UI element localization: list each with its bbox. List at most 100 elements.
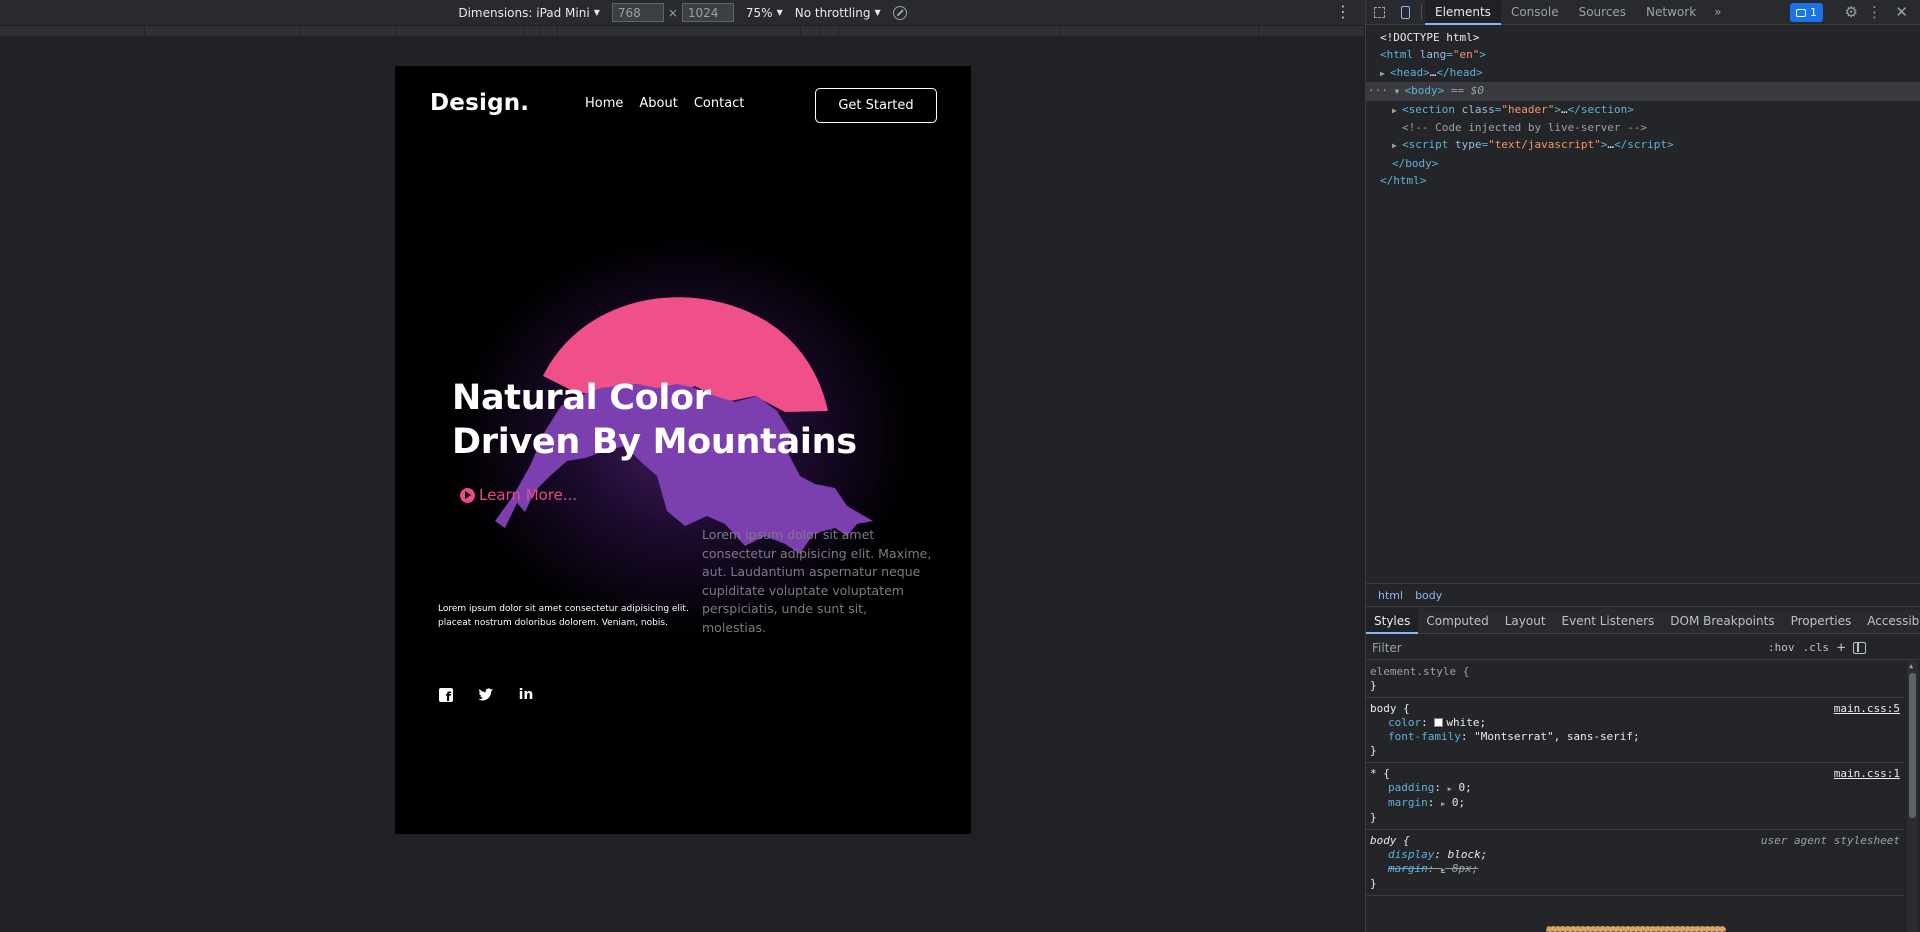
expand-triangle-icon[interactable]: ▶: [1448, 785, 1452, 793]
learn-more-link[interactable]: Learn More...: [460, 486, 577, 504]
dom-node-doctype[interactable]: <!DOCTYPE html>: [1366, 29, 1920, 46]
get-started-button[interactable]: Get Started: [815, 88, 937, 123]
tab-network[interactable]: Network: [1636, 0, 1706, 25]
media-query-segment[interactable]: [1061, 26, 1259, 36]
tab-event-listeners[interactable]: Event Listeners: [1554, 609, 1663, 634]
tab-accessibility[interactable]: Accessibility: [1859, 609, 1920, 634]
issues-badge[interactable]: 1: [1790, 3, 1823, 22]
media-query-segment[interactable]: [801, 26, 821, 36]
devtools-more-icon[interactable]: ⋮: [1867, 3, 1882, 21]
device-toggle-button[interactable]: [1392, 0, 1418, 25]
height-input[interactable]: [681, 3, 734, 22]
media-query-segment[interactable]: [524, 26, 540, 36]
device-select[interactable]: Dimensions: iPad Mini ▼: [458, 6, 600, 20]
nav-home[interactable]: Home: [585, 96, 623, 111]
nav-about[interactable]: About: [639, 96, 677, 111]
media-query-segment[interactable]: [1259, 26, 1365, 36]
tab-computed[interactable]: Computed: [1418, 609, 1496, 634]
scroll-up-icon[interactable]: ▲: [1909, 662, 1913, 670]
breadcrumb-html[interactable]: html: [1372, 589, 1409, 602]
facebook-icon[interactable]: f: [438, 687, 454, 703]
rule-selector[interactable]: body {: [1370, 702, 1410, 715]
rotate-icon: [892, 5, 907, 20]
dom-node-body-close[interactable]: </body>: [1366, 155, 1920, 172]
media-query-segment[interactable]: [558, 26, 801, 36]
dom-node-head[interactable]: ▶ <head>…</head>: [1366, 64, 1920, 82]
expand-triangle-icon[interactable]: ▶: [1380, 65, 1390, 82]
zoom-select[interactable]: 75% ▼: [746, 6, 783, 20]
dom-tree: <!DOCTYPE html> <html lang="en"> ▶ <head>…: [1366, 27, 1920, 583]
dom-node-section[interactable]: ▶ <section class="header">…</section>: [1366, 101, 1920, 119]
times-sign: ×: [667, 5, 678, 20]
style-declaration[interactable]: color: white;: [1370, 716, 1900, 730]
throttling-select[interactable]: No throttling ▼: [795, 6, 881, 20]
breadcrumb-body[interactable]: body: [1409, 589, 1448, 602]
media-query-segment[interactable]: [0, 26, 145, 36]
dom-node-body-selected[interactable]: ··· ▼ <body> == $0: [1366, 82, 1920, 101]
collapse-triangle-icon[interactable]: ▼: [1395, 83, 1405, 100]
nav-contact[interactable]: Contact: [694, 96, 745, 111]
media-query-segment[interactable]: [839, 26, 1061, 36]
rule-close: }: [1370, 877, 1377, 890]
close-icon[interactable]: ✕: [1895, 3, 1908, 21]
rule-source-link[interactable]: main.css:1: [1834, 767, 1900, 781]
more-tabs-icon[interactable]: »: [1706, 5, 1729, 19]
width-input[interactable]: [611, 3, 664, 22]
tab-dom-breakpoints[interactable]: DOM Breakpoints: [1662, 609, 1782, 634]
property-value: "Montserrat", sans-serif;: [1474, 730, 1640, 743]
rule-selector[interactable]: body {: [1370, 834, 1410, 847]
tab-elements[interactable]: Elements: [1425, 0, 1501, 25]
tab-layout[interactable]: Layout: [1497, 609, 1554, 634]
comment-text: <!-- Code injected by live-server -->: [1402, 121, 1648, 135]
expand-triangle-icon[interactable]: ▶: [1441, 800, 1445, 808]
style-declaration[interactable]: font-family: "Montserrat", sans-serif;: [1370, 730, 1900, 744]
expand-triangle-icon[interactable]: ▶: [1392, 137, 1402, 154]
tab-properties[interactable]: Properties: [1783, 609, 1860, 634]
hov-toggle[interactable]: :hov: [1764, 641, 1799, 654]
styles-scrollbar[interactable]: ▲: [1907, 661, 1918, 932]
media-query-segment[interactable]: [145, 26, 300, 36]
rule-selector[interactable]: element.style {: [1370, 665, 1469, 678]
dom-node-comment[interactable]: <!-- Code injected by live-server -->: [1366, 119, 1920, 136]
media-query-segment[interactable]: [397, 26, 524, 36]
dom-node-script[interactable]: ▶ <script type="text/javascript">…</scrip…: [1366, 136, 1920, 154]
scroll-thumb[interactable]: [1909, 673, 1916, 818]
tab-sources[interactable]: Sources: [1569, 0, 1636, 25]
device-toolbar-more-icon[interactable]: ⋮: [1335, 3, 1351, 21]
dom-node-html[interactable]: <html lang="en">: [1366, 46, 1920, 63]
style-declaration-overridden[interactable]: margin: ▶ 8px;: [1370, 862, 1900, 877]
computed-sidebar-toggle-icon[interactable]: [1853, 641, 1867, 654]
site-logo[interactable]: Design.: [430, 90, 529, 116]
rotate-button[interactable]: [892, 5, 907, 20]
twitter-icon[interactable]: [478, 687, 494, 703]
emulated-viewport: Design. Home About Contact Get Started N…: [395, 66, 971, 834]
media-query-segment[interactable]: [540, 26, 558, 36]
rule-selector[interactable]: * {: [1370, 767, 1390, 780]
expand-triangle-icon: ▶: [1441, 866, 1446, 874]
dom-node-html-close[interactable]: </html>: [1366, 172, 1920, 189]
inspect-element-button[interactable]: [1366, 0, 1392, 25]
linkedin-icon[interactable]: in: [518, 687, 534, 703]
style-declaration[interactable]: padding: ▶ 0;: [1370, 781, 1900, 796]
media-query-segment[interactable]: [300, 26, 397, 36]
color-swatch[interactable]: [1434, 718, 1444, 727]
tag-name: section: [1580, 102, 1628, 116]
rule-source-label: user agent stylesheet: [1760, 834, 1900, 847]
devtools-tabbar: Elements Console Sources Network » 1 ⚙ ⋮…: [1366, 0, 1920, 25]
tab-console[interactable]: Console: [1501, 0, 1569, 25]
inspect-icon: [1373, 6, 1385, 18]
media-query-segment[interactable]: [821, 26, 839, 36]
expand-triangle-icon[interactable]: ▶: [1392, 102, 1402, 119]
style-declaration[interactable]: margin: ▶ 0;: [1370, 796, 1900, 811]
tab-styles[interactable]: Styles: [1366, 608, 1419, 634]
settings-gear-icon[interactable]: ⚙: [1845, 3, 1858, 21]
tag-name: script: [1627, 138, 1667, 152]
style-declaration[interactable]: display: block;: [1370, 848, 1900, 862]
styles-filter-input[interactable]: [1366, 637, 1764, 658]
cls-toggle[interactable]: .cls: [1799, 641, 1834, 654]
caret-down-icon: ▼: [593, 8, 600, 17]
rule-source-link[interactable]: main.css:5: [1834, 702, 1900, 716]
new-rule-plus-icon[interactable]: +: [1833, 640, 1849, 656]
tag-name: body: [1411, 84, 1438, 98]
sidebar-pane-tabs: Styles Computed Layout Event Listeners D…: [1366, 608, 1920, 634]
